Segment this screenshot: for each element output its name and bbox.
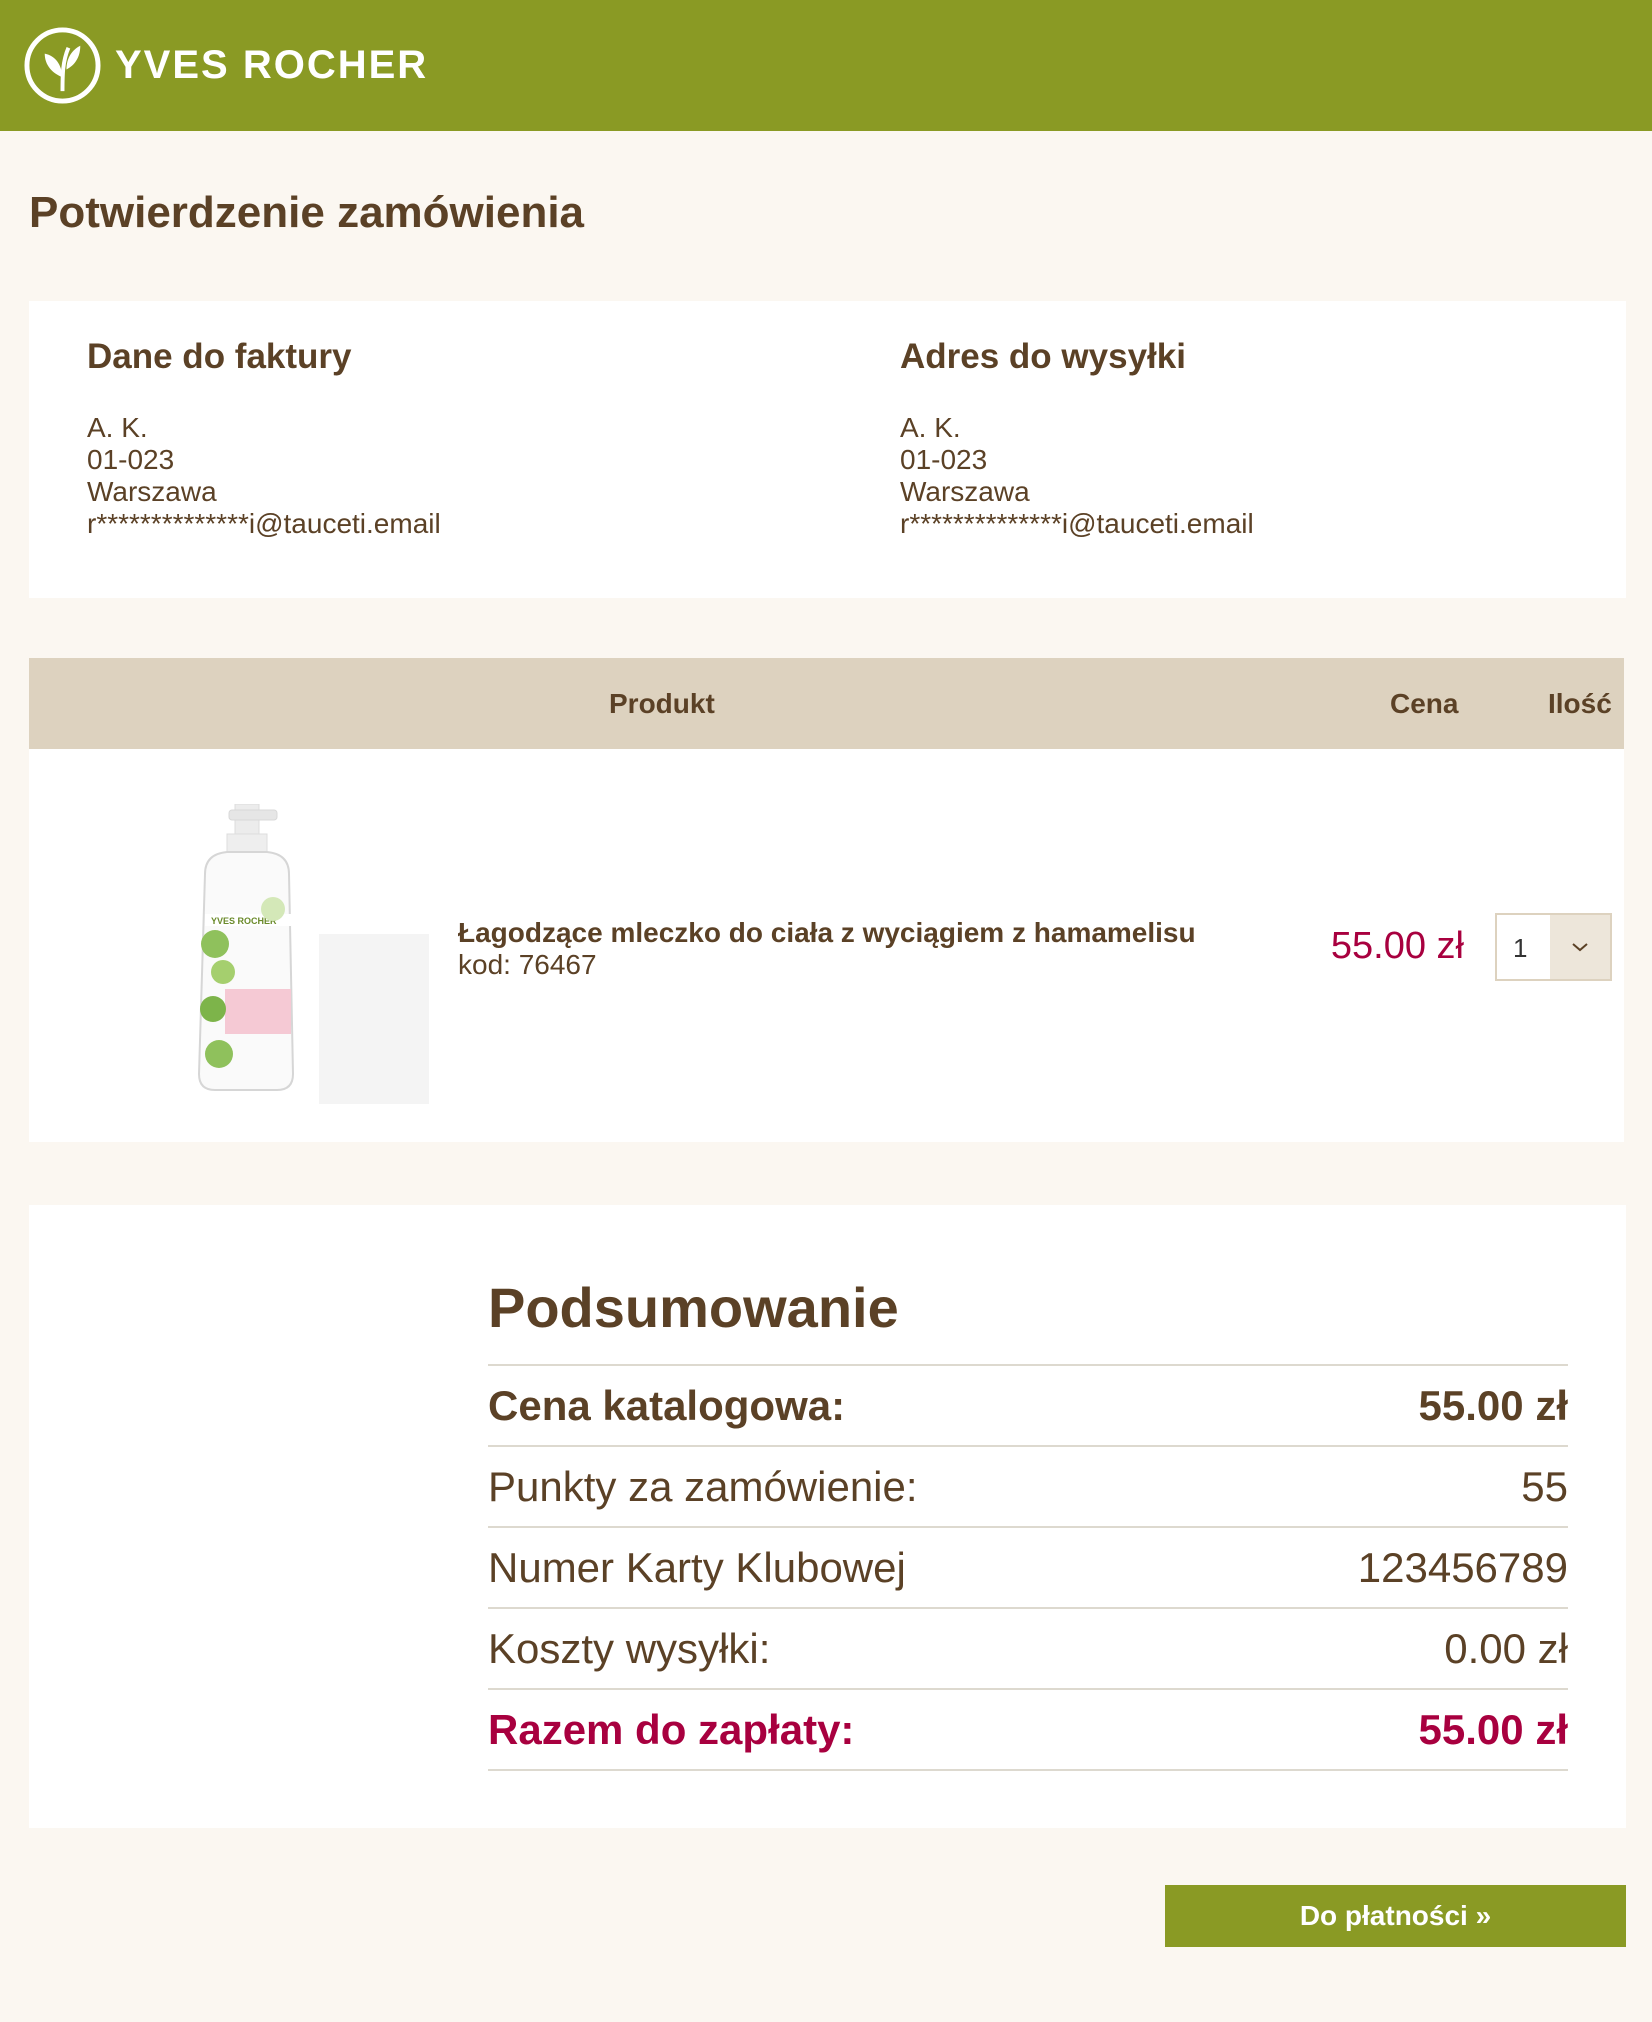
order-summary: Podsumowanie Cena katalogowa: 55.00 zł P… xyxy=(29,1205,1626,1828)
summary-label: Razem do zapłaty: xyxy=(488,1705,855,1753)
summary-row-points: Punkty za zamówienie: 55 xyxy=(488,1447,1568,1528)
summary-row-total: Razem do zapłaty: 55.00 zł xyxy=(488,1690,1568,1771)
summary-label: Punkty za zamówienie: xyxy=(488,1462,918,1510)
billing-city: Warszawa xyxy=(87,476,217,507)
summary-label: Cena katalogowa: xyxy=(488,1381,846,1429)
summary-value: 55 xyxy=(1521,1462,1568,1510)
product-name[interactable]: Łagodzące mleczko do ciała z wyciągiem z… xyxy=(458,917,1196,949)
shipping-postcode: 01-023 xyxy=(900,444,988,475)
billing-address: Dane do faktury A. K. 01-023 Warszawa r*… xyxy=(87,337,441,540)
shipping-address: Adres do wysyłki A. K. 01-023 Warszawa r… xyxy=(900,337,1254,540)
quantity-select[interactable]: 1 xyxy=(1495,913,1612,981)
products-table-header: Produkt Cena Ilość xyxy=(29,658,1624,749)
proceed-to-payment-button[interactable]: Do płatności » xyxy=(1165,1885,1626,1947)
shipping-title: Adres do wysyłki xyxy=(900,337,1186,376)
page-title: Potwierdzenie zamówienia xyxy=(29,188,585,237)
product-price: 55.00 zł xyxy=(1330,925,1464,967)
product-code: kod: 76467 xyxy=(458,949,597,980)
summary-value: 55.00 zł xyxy=(1418,1381,1568,1429)
summary-title: Podsumowanie xyxy=(488,1276,899,1339)
address-section: Dane do faktury A. K. 01-023 Warszawa r*… xyxy=(29,301,1626,598)
billing-postcode: 01-023 xyxy=(87,444,175,475)
billing-title: Dane do faktury xyxy=(87,337,352,376)
summary-row-club-card: Numer Karty Klubowej 123456789 xyxy=(488,1528,1568,1609)
shipping-email: r**************i@tauceti.email xyxy=(900,508,1254,539)
summary-value: 55.00 zł xyxy=(1418,1705,1568,1753)
summary-rows: Cena katalogowa: 55.00 zł Punkty za zamó… xyxy=(488,1364,1568,1771)
summary-row-list-price: Cena katalogowa: 55.00 zł xyxy=(488,1366,1568,1447)
billing-email: r**************i@tauceti.email xyxy=(87,508,441,539)
quantity-value: 1 xyxy=(1513,933,1528,963)
column-quantity: Ilość xyxy=(1548,688,1612,719)
summary-value: 123456789 xyxy=(1357,1543,1568,1591)
chevron-down-icon[interactable] xyxy=(1550,915,1610,979)
column-price: Cena xyxy=(1390,688,1459,719)
shipping-city: Warszawa xyxy=(900,476,1030,507)
summary-row-shipping: Koszty wysyłki: 0.00 zł xyxy=(488,1609,1568,1690)
product-image[interactable]: YVES ROCHER xyxy=(169,804,429,1104)
summary-label: Koszty wysyłki: xyxy=(488,1624,771,1672)
summary-value: 0.00 zł xyxy=(1444,1624,1568,1672)
summary-label: Numer Karty Klubowej xyxy=(488,1543,906,1591)
shipping-name: A. K. xyxy=(900,412,961,443)
billing-name: A. K. xyxy=(87,412,148,443)
leaf-logo-icon[interactable] xyxy=(23,26,102,105)
table-row: YVES ROCHER Łagodzące mleczko do ciała z… xyxy=(29,749,1624,1142)
site-header: YVES ROCHER xyxy=(0,0,1652,131)
brand-name: YVES ROCHER xyxy=(115,43,429,87)
column-product: Produkt xyxy=(609,688,715,719)
